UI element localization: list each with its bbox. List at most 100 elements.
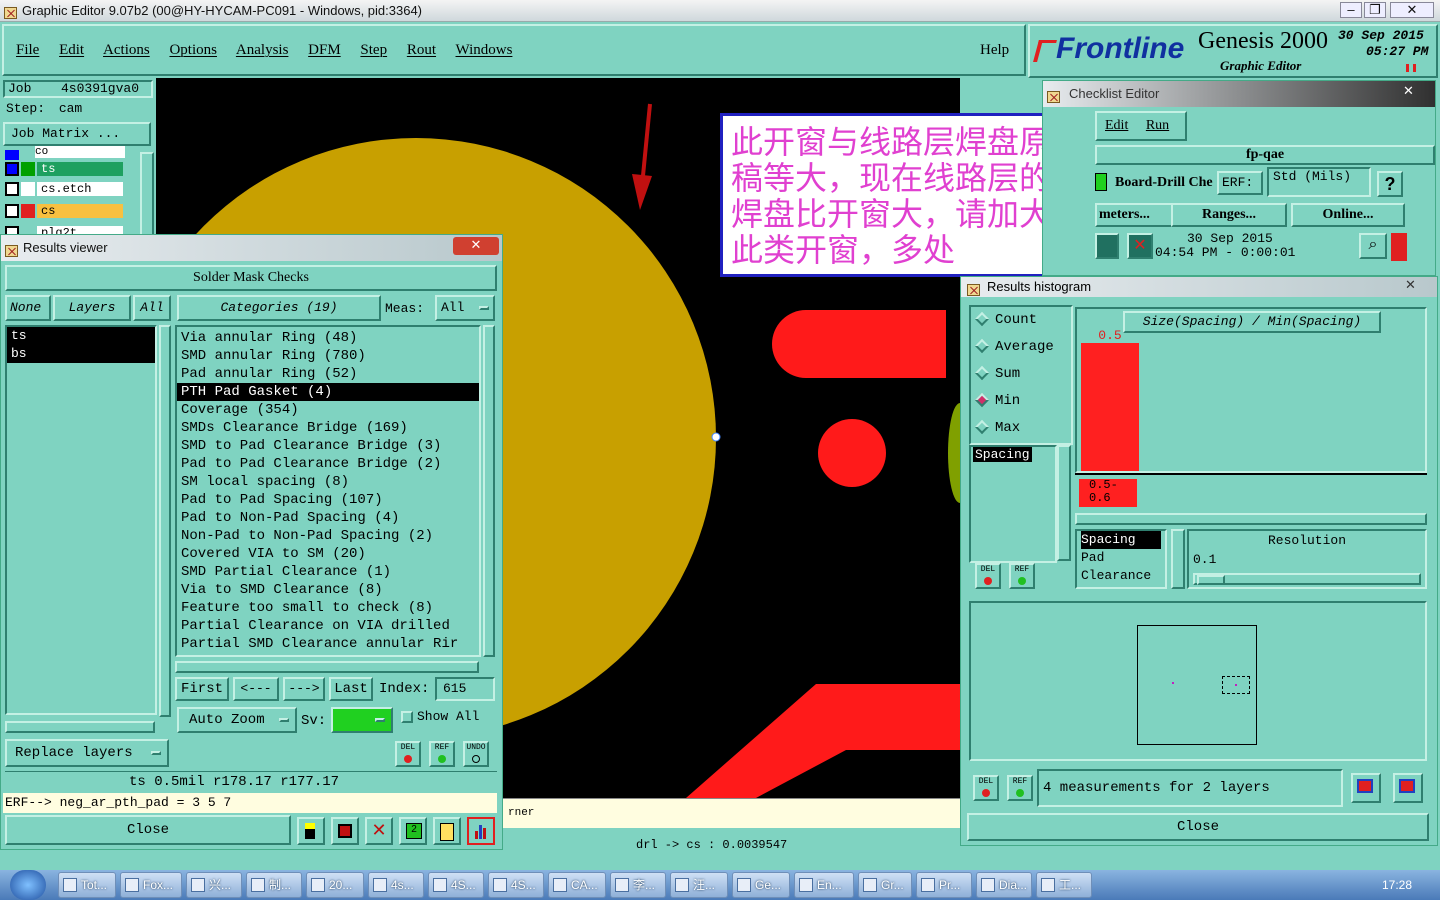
category-item[interactable]: SMDs Clearance Bridge (169) <box>177 419 479 437</box>
last-button[interactable]: Last <box>329 677 373 701</box>
layers-hscrollbar[interactable] <box>5 721 155 733</box>
histogram-close-button[interactable]: Close <box>967 813 1429 841</box>
online-button[interactable]: Online... <box>1291 203 1405 227</box>
exit-icon[interactable] <box>331 817 359 845</box>
zoom-icon[interactable]: ⌕ <box>1359 233 1387 259</box>
category-item[interactable]: Partial SMD Clearance annular Rir <box>177 635 479 653</box>
taskbar-item[interactable]: Pr... <box>916 872 972 898</box>
histogram-bar[interactable] <box>1081 343 1139 471</box>
sub-item[interactable]: Pad <box>1081 549 1165 567</box>
category-item[interactable]: Via to SMD Clearance (8) <box>177 581 479 599</box>
hist-ref-button[interactable]: REF <box>1009 563 1035 589</box>
category-item[interactable]: Pad to Pad Spacing (107) <box>177 491 479 509</box>
layers-scrollbar[interactable] <box>159 325 171 717</box>
taskbar-item[interactable]: CA... <box>548 872 606 898</box>
sub-item[interactable]: Clearance <box>1081 567 1165 585</box>
window-tile-icon[interactable] <box>1351 773 1381 803</box>
category-item[interactable]: Via annular Ring (48) <box>177 329 479 347</box>
window-cascade-icon[interactable] <box>1393 773 1423 803</box>
menu-analysis[interactable]: Analysis <box>236 42 289 58</box>
category-item[interactable]: Feature too small to check (8) <box>177 599 479 617</box>
option-count[interactable]: Count <box>971 307 1071 334</box>
layer-row[interactable]: co <box>5 146 129 160</box>
stop-icon[interactable]: ✕ <box>1127 233 1153 259</box>
category-item[interactable]: Non-Pad to Non-Pad Spacing (2) <box>177 527 479 545</box>
taskbar-item[interactable]: Gr... <box>858 872 912 898</box>
maximize-button[interactable]: ❐ <box>1364 2 1386 18</box>
checklist-menu-edit[interactable]: Edit <box>1105 118 1128 133</box>
layers-button[interactable]: Layers <box>53 295 131 321</box>
category-item[interactable]: Pad annular Ring (52) <box>177 365 479 383</box>
taskbar-item[interactable]: 20... <box>306 872 364 898</box>
histogram-icon[interactable] <box>467 817 495 845</box>
start-button[interactable] <box>10 870 46 900</box>
option-min[interactable]: Min <box>971 388 1071 415</box>
taskbar-item[interactable]: Fox... <box>120 872 182 898</box>
histogram-hscrollbar[interactable] <box>1075 513 1427 525</box>
resolution-slider[interactable] <box>1193 573 1421 585</box>
option-sum[interactable]: Sum <box>971 361 1071 388</box>
report-icon[interactable] <box>433 817 461 845</box>
del-button[interactable]: DEL <box>395 741 421 767</box>
sub-list-scrollbar[interactable] <box>1171 529 1185 589</box>
layer-row[interactable]: ts <box>5 162 129 178</box>
taskbar-item[interactable]: Ge... <box>732 872 790 898</box>
category-item[interactable]: Pad to Non-Pad Spacing (4) <box>177 509 479 527</box>
taskbar-item[interactable]: Dia... <box>976 872 1032 898</box>
next-button[interactable]: ---> <box>283 677 325 701</box>
hist-del-button[interactable]: DEL <box>975 563 1001 589</box>
menu-rout[interactable]: Rout <box>407 42 436 58</box>
menu-file[interactable]: File <box>16 42 39 58</box>
option-max[interactable]: Max <box>971 415 1071 442</box>
metric-item[interactable]: Spacing <box>973 447 1032 462</box>
metric-list[interactable]: Spacing <box>969 445 1057 563</box>
sub-list[interactable]: Spacing Pad Clearance <box>1075 529 1167 589</box>
results-viewer-close-icon[interactable]: ✕ <box>453 237 499 255</box>
sv-color-select[interactable] <box>331 707 393 733</box>
category-item[interactable]: Partial Clearance on VIA drilled <box>177 617 479 635</box>
hist-ref-button-2[interactable]: REF <box>1007 775 1033 801</box>
results-close-button[interactable]: Close <box>5 815 291 845</box>
minimize-button[interactable]: – <box>1340 2 1362 18</box>
ref-button[interactable]: REF <box>429 741 455 767</box>
slider-thumb[interactable] <box>1197 575 1225 585</box>
replace-layers-select[interactable]: Replace layers <box>5 739 169 767</box>
prev-button[interactable]: <--- <box>233 677 279 701</box>
undo-button[interactable]: UNDO <box>463 741 489 767</box>
job-field[interactable]: Job 4s0391gva0 <box>3 80 153 98</box>
histogram-close-icon[interactable]: ✕ <box>1405 277 1416 293</box>
category-item[interactable]: SMD annular Ring (780) <box>177 347 479 365</box>
result-layers-list[interactable]: ts bs <box>5 325 157 715</box>
ranges-button[interactable]: Ranges... <box>1171 203 1287 227</box>
menu-dfm[interactable]: DFM <box>308 42 341 58</box>
taskbar-item[interactable]: 工... <box>1036 872 1092 898</box>
layer-row[interactable]: cs.etch <box>5 182 129 198</box>
taskbar-item[interactable]: 制... <box>246 872 302 898</box>
menu-windows[interactable]: Windows <box>456 42 513 58</box>
first-button[interactable]: First <box>175 677 229 701</box>
category-item[interactable]: Pad to Pad Clearance Bridge (2) <box>177 455 479 473</box>
step-field[interactable]: Step: cam <box>3 100 153 118</box>
taskbar-item[interactable]: Tot... <box>58 872 116 898</box>
auto-zoom-select[interactable]: Auto Zoom <box>177 707 297 733</box>
category-item[interactable]: SMD to Pad Clearance Bridge (3) <box>177 437 479 455</box>
menu-actions[interactable]: Actions <box>103 42 150 58</box>
categories-button[interactable]: Categories (19) <box>177 295 381 321</box>
erf-button[interactable]: ERF: <box>1217 171 1263 195</box>
meas-select[interactable]: All <box>435 295 495 321</box>
checklist-menu-run[interactable]: Run <box>1146 118 1169 133</box>
ref-x-icon[interactable]: ✕ <box>365 817 393 845</box>
show-all-checkbox[interactable] <box>401 711 413 723</box>
category-item[interactable]: Covered VIA to SM (20) <box>177 545 479 563</box>
flag-icon[interactable] <box>297 817 325 845</box>
category-item[interactable]: SM local spacing (8) <box>177 473 479 491</box>
menu-options[interactable]: Options <box>169 42 217 58</box>
hist-del-button-2[interactable]: DEL <box>973 775 999 801</box>
std-field[interactable]: Std (Mils) <box>1267 167 1371 197</box>
run-icon[interactable] <box>1095 233 1119 259</box>
result-layer-item[interactable]: bs <box>7 345 155 363</box>
taskbar-item[interactable]: 李... <box>610 872 666 898</box>
category-hscrollbar[interactable] <box>175 661 479 673</box>
option-average[interactable]: Average <box>971 334 1071 361</box>
metric-scrollbar[interactable] <box>1057 445 1071 561</box>
